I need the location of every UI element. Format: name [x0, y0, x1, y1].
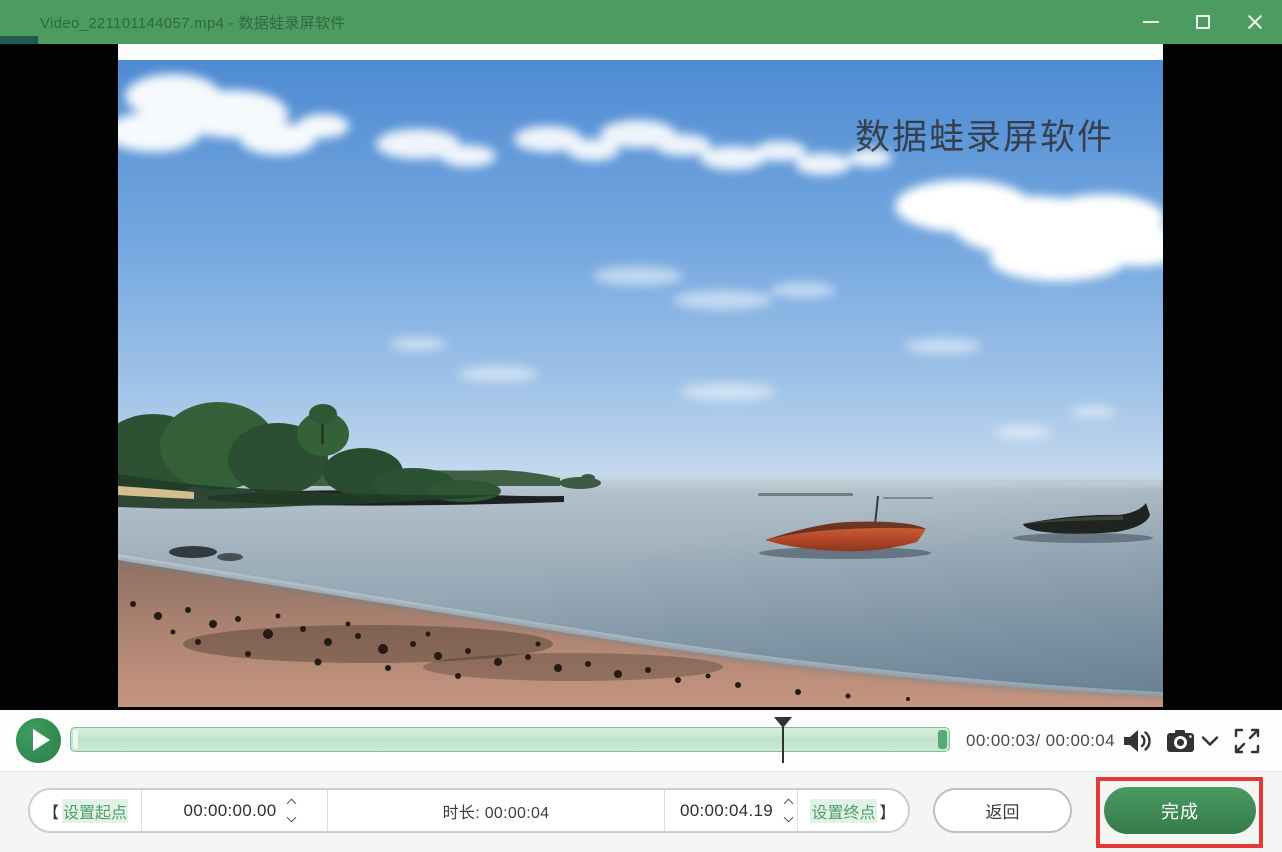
- volume-button[interactable]: [1120, 724, 1154, 758]
- maximize-icon: [1196, 15, 1210, 29]
- window-controls: [1138, 0, 1268, 44]
- snapshot-menu-button[interactable]: [1198, 724, 1222, 758]
- chevron-down-icon: [1201, 735, 1219, 747]
- titlebar: Video_221101144057.mp4 - 数据蛙录屏软件: [0, 0, 1282, 44]
- fullscreen-icon: [1233, 727, 1261, 755]
- progress-slider[interactable]: [70, 727, 950, 752]
- set-start-button[interactable]: 【 设置起点: [43, 799, 128, 823]
- set-end-button[interactable]: 设置终点 】: [810, 799, 895, 823]
- camera-icon: [1165, 726, 1197, 756]
- progress-track-end: [938, 730, 947, 749]
- fullscreen-button[interactable]: [1230, 724, 1264, 758]
- progress-track-start: [73, 730, 78, 749]
- volume-icon: [1121, 726, 1153, 756]
- close-button[interactable]: [1242, 9, 1268, 35]
- start-time-input[interactable]: [174, 801, 286, 821]
- play-icon: [33, 729, 50, 751]
- maximize-button[interactable]: [1190, 9, 1216, 35]
- stepper-down-icon: [287, 813, 297, 823]
- titlebar-accent: [0, 36, 38, 44]
- done-button[interactable]: 完成: [1104, 787, 1256, 834]
- start-bracket: 【: [43, 799, 59, 823]
- window-title: Video_221101144057.mp4 - 数据蛙录屏软件: [40, 12, 346, 33]
- end-bracket: 】: [880, 799, 896, 823]
- minimize-button[interactable]: [1138, 9, 1164, 35]
- app-window: Video_221101144057.mp4 - 数据蛙录屏软件: [0, 0, 1282, 852]
- video-stage: 数据蛙录屏软件: [0, 44, 1282, 710]
- minimize-icon: [1143, 21, 1159, 23]
- stepper-down-icon: [783, 813, 793, 823]
- trim-toolbar: 【 设置起点 时长: 00:00:04: [0, 772, 1282, 852]
- time-display: 00:00:03/ 00:00:04: [966, 710, 1115, 772]
- back-button[interactable]: 返回: [933, 788, 1072, 833]
- video-watermark: 数据蛙录屏软件: [855, 118, 1114, 158]
- end-time-stepper[interactable]: [785, 800, 792, 821]
- close-icon: [1246, 13, 1264, 31]
- snapshot-button[interactable]: [1164, 724, 1198, 758]
- video-frame[interactable]: 数据蛙录屏软件: [118, 44, 1163, 707]
- start-time-stepper[interactable]: [288, 800, 295, 821]
- stepper-up-icon: [783, 799, 793, 809]
- end-time-input[interactable]: [671, 801, 783, 821]
- set-start-label: 设置起点: [62, 799, 128, 823]
- playback-bar: 00:00:03/ 00:00:04: [0, 710, 1282, 772]
- playhead-handle[interactable]: [774, 717, 792, 765]
- set-end-label: 设置终点: [810, 799, 876, 823]
- trim-controls-group: 【 设置起点 时长: 00:00:04: [28, 788, 910, 833]
- play-button[interactable]: [16, 718, 61, 763]
- stepper-up-icon: [287, 799, 297, 809]
- beach-scene: 数据蛙录屏软件: [118, 44, 1163, 707]
- duration-label: 时长: 00:00:04: [443, 799, 550, 823]
